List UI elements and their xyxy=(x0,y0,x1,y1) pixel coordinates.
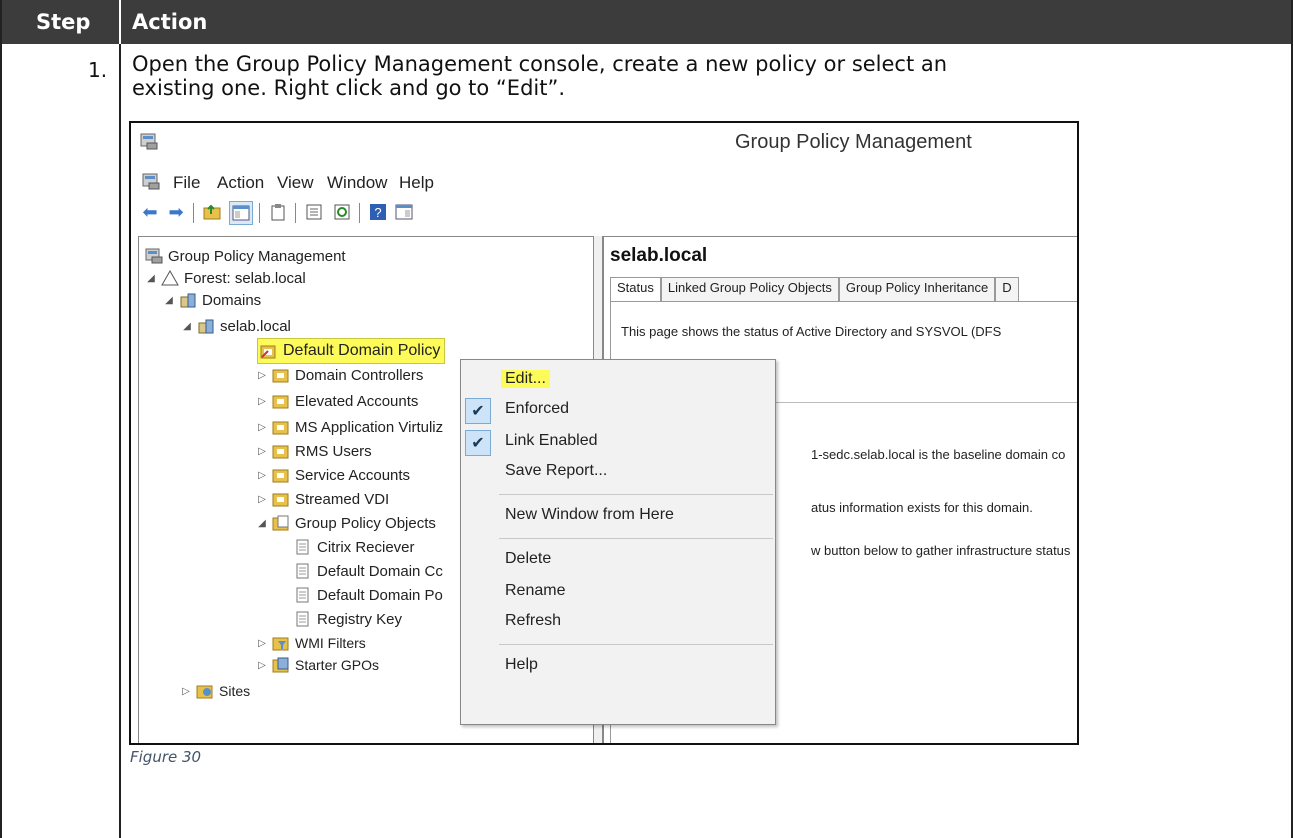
step-number: 1. xyxy=(88,58,108,82)
menu-bar: File Action View Window Help xyxy=(131,167,1077,197)
tab-linked-gpos[interactable]: Linked Group Policy Objects xyxy=(660,277,839,301)
toolbar-separator xyxy=(259,203,260,223)
menu-view[interactable]: View xyxy=(277,173,314,193)
window-titlebar: Group Policy Management xyxy=(131,123,1077,163)
menu-item-link-enabled[interactable]: Link Enabled xyxy=(505,432,598,450)
forward-arrow-icon[interactable]: ➡ xyxy=(165,201,187,223)
tree-label: Group Policy Management xyxy=(168,247,346,265)
figure-caption: Figure 30 xyxy=(130,748,202,766)
forest-icon xyxy=(161,269,179,286)
tab-strip: Status Linked Group Policy Objects Group… xyxy=(610,277,1019,301)
svg-text:?: ? xyxy=(374,205,381,220)
column-divider xyxy=(119,0,121,838)
action-pane-icon[interactable] xyxy=(393,201,415,223)
menu-separator xyxy=(499,538,773,539)
tab-status[interactable]: Status xyxy=(610,277,661,301)
show-hide-tree-icon[interactable] xyxy=(229,201,253,225)
console-icon[interactable] xyxy=(141,171,161,191)
gpm-app-icon xyxy=(140,133,158,150)
menu-help[interactable]: Help xyxy=(399,173,434,193)
domains-icon xyxy=(179,292,197,308)
domain-icon xyxy=(197,318,215,334)
header-divider xyxy=(119,0,121,44)
context-menu: Edit... ✔ Enforced ✔ Link Enabled Save R… xyxy=(460,359,776,725)
up-folder-icon[interactable] xyxy=(201,201,223,223)
refresh-icon[interactable] xyxy=(331,201,353,223)
checkmark-icon: ✔ xyxy=(465,398,491,424)
baseline-dc-text: 1-sedc.selab.local is the baseline domai… xyxy=(811,447,1066,462)
menu-item-delete[interactable]: Delete xyxy=(505,550,551,568)
menu-separator xyxy=(499,494,773,495)
toolbar: ⬅ ➡ ? xyxy=(131,197,1077,229)
menu-item-save-report[interactable]: Save Report... xyxy=(505,462,607,480)
step-table: Step Action 1. Open the Group Policy Man… xyxy=(0,0,1293,838)
checkmark-icon: ✔ xyxy=(465,430,491,456)
status-info-text: atus information exists for this domain. xyxy=(811,500,1033,515)
menu-window[interactable]: Window xyxy=(327,173,387,193)
toolbar-separator xyxy=(295,203,296,223)
header-step: Step xyxy=(36,10,91,34)
tree-forest[interactable]: ◢ Forest: selab.local xyxy=(145,267,306,289)
tree-label: Forest: selab.local xyxy=(184,269,306,287)
gather-status-text: w button below to gather infrastructure … xyxy=(811,543,1071,558)
tab-gp-inheritance[interactable]: Group Policy Inheritance xyxy=(838,277,996,301)
header-action: Action xyxy=(132,10,208,34)
menu-action[interactable]: Action xyxy=(217,173,264,193)
menu-item-new-window[interactable]: New Window from Here xyxy=(505,506,674,524)
properties-icon[interactable] xyxy=(303,201,325,223)
tree-selected-gpo-link[interactable]: Default Domain Policy xyxy=(257,338,446,364)
tree-domains[interactable]: ◢ Domains xyxy=(163,289,261,311)
collapse-triangle-icon[interactable]: ◢ xyxy=(145,273,157,284)
collapse-triangle-icon[interactable]: ◢ xyxy=(181,321,193,332)
tab-delegation[interactable]: D xyxy=(995,277,1019,301)
back-arrow-icon[interactable]: ⬅ xyxy=(139,201,161,223)
menu-item-help[interactable]: Help xyxy=(505,656,538,674)
tree-label: selab.local xyxy=(220,317,291,335)
domain-heading: selab.local xyxy=(610,245,708,266)
tree-root[interactable]: Group Policy Management xyxy=(145,245,346,267)
tree-label: Default Domain Policy xyxy=(283,342,441,359)
menu-item-refresh[interactable]: Refresh xyxy=(505,612,561,630)
gpo-link-icon xyxy=(260,343,278,359)
tree-domain[interactable]: ◢ selab.local xyxy=(181,315,291,337)
gpm-screenshot: Group Policy Management File Action View… xyxy=(129,121,1079,745)
instruction-line-2: existing one. Right click and go to “Edi… xyxy=(132,76,566,100)
collapse-triangle-icon[interactable]: ◢ xyxy=(163,295,175,306)
table-header: Step Action xyxy=(2,0,1291,44)
menu-file[interactable]: File xyxy=(173,173,200,193)
instruction-text: Open the Group Policy Management console… xyxy=(132,52,1282,100)
menu-item-edit[interactable]: Edit... xyxy=(501,370,550,388)
instruction-line-1: Open the Group Policy Management console… xyxy=(132,52,948,76)
status-description: This page shows the status of Active Dir… xyxy=(621,324,1002,339)
menu-separator xyxy=(499,644,773,645)
clipboard-icon[interactable] xyxy=(267,201,289,223)
menu-item-enforced[interactable]: Enforced xyxy=(505,400,569,418)
tree-label: Domains xyxy=(202,291,262,309)
toolbar-separator xyxy=(359,203,360,223)
toolbar-separator xyxy=(193,203,194,223)
gpm-console-icon xyxy=(145,248,163,264)
menu-item-rename[interactable]: Rename xyxy=(505,582,565,600)
window-title: Group Policy Management xyxy=(735,131,972,153)
help-icon[interactable]: ? xyxy=(367,201,389,223)
